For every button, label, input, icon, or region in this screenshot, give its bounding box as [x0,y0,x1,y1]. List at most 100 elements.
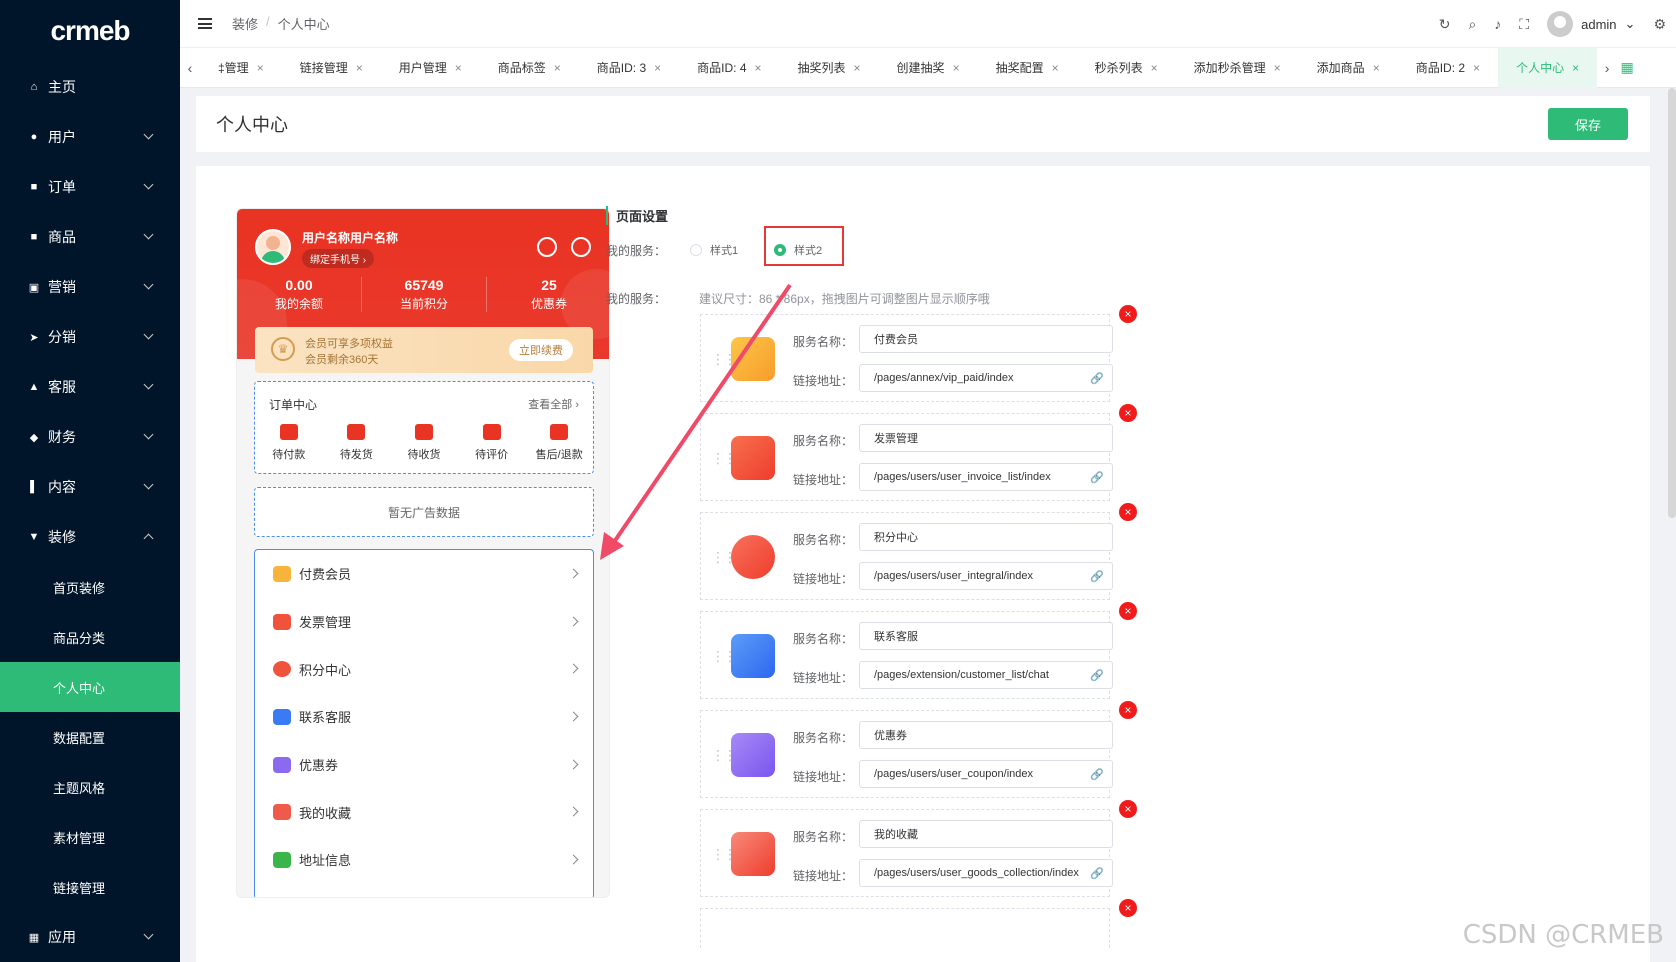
close-icon[interactable]: × [554,61,561,75]
close-icon[interactable]: × [356,61,363,75]
tab-item[interactable]: 链接管理 × [282,48,381,88]
search-icon[interactable]: ⌕ [1468,16,1476,33]
close-icon[interactable]: × [1151,61,1158,75]
sidebar-item-user[interactable]: ● 用户 [0,112,180,162]
delete-icon[interactable]: × [1119,503,1137,521]
tab-item[interactable]: 添加商品 × [1299,48,1398,88]
delete-icon[interactable]: × [1119,404,1137,422]
close-icon[interactable]: × [953,61,960,75]
sidebar-item-product[interactable]: ■ 商品 [0,212,180,262]
service-name-input[interactable]: 联系客服 [859,622,1113,650]
tab-item[interactable]: 抽奖列表 × [780,48,879,88]
link-icon[interactable]: 🔗 [1090,768,1104,781]
fullscreen-icon[interactable]: ⛶ [1519,16,1529,33]
tab-item[interactable]: 创建抽奖 × [879,48,978,88]
close-icon[interactable]: × [1274,61,1281,75]
tab-item[interactable]: 添加秒杀管理 × [1176,48,1299,88]
service-name-input[interactable]: 付费会员 [859,325,1113,353]
delete-icon[interactable]: × [1119,899,1137,917]
chat-icon[interactable] [731,634,775,678]
link-icon[interactable]: 🔗 [1090,669,1104,682]
link-icon[interactable]: 🔗 [1090,570,1104,583]
breadcrumb-item[interactable]: 装修 [232,14,258,33]
sidebar-item-home[interactable]: ⌂ 主页 [0,62,180,112]
tab-item[interactable]: 抽奖配置 × [978,48,1077,88]
sidebar-item-finance[interactable]: ◆ 财务 [0,412,180,462]
link-icon[interactable]: 🔗 [1090,867,1104,880]
sidebar-item-marketing[interactable]: ▣ 营销 [0,262,180,312]
tab-item[interactable]: 秒杀列表 × [1077,48,1176,88]
star-icon[interactable] [731,832,775,876]
service-card[interactable]: ⋮⋮ 服务名称： 发票管理 链接地址： /pages/users/user_in… [700,404,1137,501]
user-menu[interactable]: admin ⌄ [1547,11,1635,37]
service-name-input[interactable]: 发票管理 [859,424,1113,452]
service-link-input[interactable]: /pages/users/user_integral/index 🔗 [859,562,1113,590]
gear-icon[interactable]: ⚙ [1653,16,1666,33]
close-icon[interactable]: × [257,61,264,75]
delete-icon[interactable]: × [1119,305,1137,323]
sidebar-subitem-data-config[interactable]: 数据配置 [0,712,180,762]
service-link-input[interactable]: /pages/annex/vip_paid/index 🔗 [859,364,1113,392]
sidebar-subitem-links[interactable]: 链接管理 [0,862,180,912]
bell-icon[interactable]: ♪ [1494,16,1501,32]
sidebar-subitem-material[interactable]: 素材管理 [0,812,180,862]
grid-icon[interactable]: ▦ [1617,59,1637,76]
menu-toggle-icon[interactable] [198,18,212,29]
logo[interactable]: crmeb [0,0,180,62]
sidebar-item-apps[interactable]: ▦ 应用 [0,912,180,962]
sidebar-item-order[interactable]: ■ 订单 [0,162,180,212]
tab-item[interactable]: 用户管理 × [381,48,480,88]
delete-icon[interactable]: × [1119,800,1137,818]
coupon-icon[interactable] [731,733,775,777]
invoice-icon[interactable] [731,436,775,480]
service-card[interactable]: ⋮⋮ 服务名称： 付费会员 链接地址： /pages/annex/vip_pai… [700,305,1137,402]
service-card[interactable]: ⋮⋮ 服务名称： 联系客服 链接地址： /pages/extension/cus… [700,602,1137,699]
sidebar-subitem-category[interactable]: 商品分类 [0,612,180,662]
tab-item[interactable]: 商品ID: 3 × [579,48,679,88]
service-card[interactable]: × [700,899,1137,948]
service-link-input[interactable]: /pages/extension/customer_list/chat 🔗 [859,661,1113,689]
diamond-icon[interactable] [731,337,775,381]
service-link-input[interactable]: /pages/users/user_goods_collection/index… [859,859,1113,887]
close-icon[interactable]: × [1572,61,1579,75]
refresh-icon[interactable]: ↻ [1439,16,1451,33]
close-icon[interactable]: × [854,61,861,75]
delete-icon[interactable]: × [1119,701,1137,719]
sidebar-subitem-personal-center[interactable]: 个人中心 [0,662,180,712]
tab-item[interactable]: 商品ID: 4 × [679,48,779,88]
scrollbar[interactable] [1668,88,1676,518]
close-icon[interactable]: × [1473,61,1480,75]
radio-style1[interactable]: 样式1 [690,242,738,258]
link-icon[interactable]: 🔗 [1090,372,1104,385]
close-icon[interactable]: × [455,61,462,75]
service-card[interactable]: ⋮⋮ 服务名称： 我的收藏 链接地址： /pages/users/user_go… [700,800,1137,897]
service-link-input[interactable]: /pages/users/user_invoice_list/index 🔗 [859,463,1113,491]
sidebar-item-distribution[interactable]: ➤ 分销 [0,312,180,362]
close-icon[interactable]: × [1373,61,1380,75]
service-name-input[interactable]: 积分中心 [859,523,1113,551]
sidebar-item-content[interactable]: ▌ 内容 [0,462,180,512]
sidebar-subitem-theme[interactable]: 主题风格 [0,762,180,812]
sidebar-item-decorate[interactable]: ▼ 装修 [0,512,180,562]
chevron-left-icon[interactable]: ‹ [180,60,200,76]
tab-item[interactable]: 商品标签 × [480,48,579,88]
link-icon[interactable]: 🔗 [1090,471,1104,484]
service-card[interactable]: ⋮⋮ 服务名称： 优惠券 链接地址： /pages/users/user_cou… [700,701,1137,798]
save-button[interactable]: 保存 [1548,108,1628,140]
tab-item[interactable]: ‡管理 × [200,48,282,88]
sidebar-subitem-home-decor[interactable]: 首页装修 [0,562,180,612]
close-icon[interactable]: × [1052,61,1059,75]
close-icon[interactable]: × [755,61,762,75]
service-link-input[interactable]: /pages/users/user_coupon/index 🔗 [859,760,1113,788]
tab-personal-center[interactable]: 个人中心 × [1498,47,1598,88]
chevron-right-icon[interactable]: › [1597,60,1617,76]
coins-icon[interactable] [731,535,775,579]
service-name-input[interactable]: 优惠券 [859,721,1113,749]
service-card[interactable]: ⋮⋮ 服务名称： 积分中心 链接地址： /pages/users/user_in… [700,503,1137,600]
tab-item[interactable]: 商品ID: 2 × [1398,48,1498,88]
delete-icon[interactable]: × [1119,602,1137,620]
service-name-input[interactable]: 我的收藏 [859,820,1113,848]
close-icon[interactable]: × [654,61,661,75]
radio-style2[interactable]: 样式2 [774,242,822,258]
sidebar-item-service[interactable]: ▲ 客服 [0,362,180,412]
